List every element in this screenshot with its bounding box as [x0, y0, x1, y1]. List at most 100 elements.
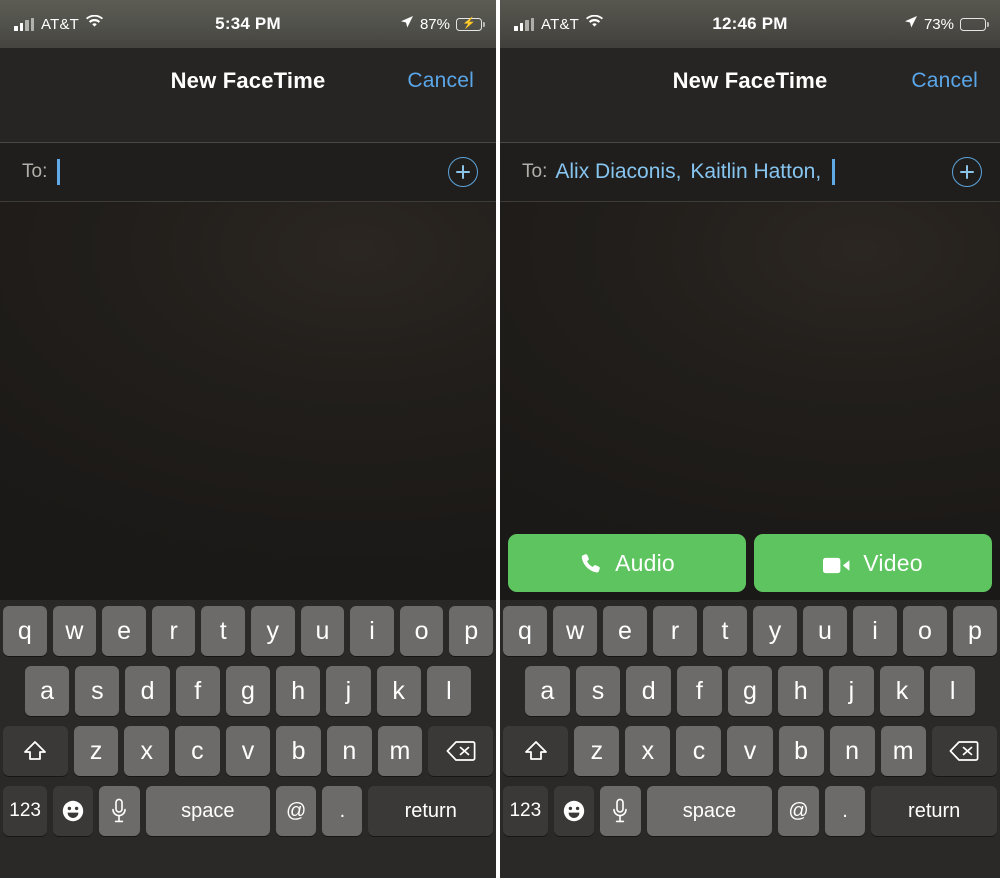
key-s[interactable]: s: [575, 666, 621, 716]
at-key[interactable]: @: [778, 786, 819, 836]
key-o[interactable]: o: [903, 606, 947, 656]
key-l[interactable]: l: [930, 666, 976, 716]
key-b[interactable]: b: [276, 726, 321, 776]
plus-circle-icon[interactable]: [952, 157, 982, 187]
keyboard-row-3: z x c v b n m: [3, 726, 493, 776]
return-key[interactable]: return: [871, 786, 997, 836]
key-b[interactable]: b: [778, 726, 824, 776]
key-d[interactable]: d: [626, 666, 671, 716]
keyboard-row-4: 123 space @ . return: [503, 786, 997, 836]
keyboard-row-2: a s d f g h j k l: [3, 666, 493, 716]
microphone-icon[interactable]: [99, 786, 140, 836]
key-y[interactable]: y: [753, 606, 797, 656]
recipients-field[interactable]: To: Alix Diaconis, Kaitlin Hatton,: [500, 143, 1000, 201]
text-caret: [57, 159, 60, 185]
key-x[interactable]: x: [124, 726, 170, 776]
key-k[interactable]: k: [879, 666, 925, 716]
recipient-token[interactable]: Alix Diaconis: [555, 160, 675, 184]
key-p[interactable]: p: [953, 606, 997, 656]
key-k[interactable]: k: [376, 666, 421, 716]
video-call-label: Video: [863, 549, 923, 576]
cancel-button[interactable]: Cancel: [407, 69, 474, 93]
key-m[interactable]: m: [880, 726, 926, 776]
keyboard-row-1: q w e r t y u i o p: [3, 606, 493, 656]
key-p[interactable]: p: [449, 606, 493, 656]
key-i[interactable]: i: [853, 606, 897, 656]
status-time: 5:34 PM: [215, 14, 281, 33]
onscreen-keyboard[interactable]: q w e r t y u i o p a s d f g h j k l z …: [0, 600, 496, 878]
video-call-button[interactable]: Video: [754, 534, 992, 592]
delete-backward-icon[interactable]: [931, 726, 997, 776]
key-s[interactable]: s: [75, 666, 120, 716]
key-g[interactable]: g: [225, 666, 271, 716]
key-d[interactable]: d: [125, 666, 170, 716]
key-e[interactable]: e: [102, 606, 146, 656]
key-a[interactable]: a: [524, 666, 570, 716]
recipients-field[interactable]: To:: [0, 143, 496, 201]
key-q[interactable]: q: [503, 606, 547, 656]
recipient-token-list[interactable]: [55, 159, 438, 185]
delete-backward-icon[interactable]: [428, 726, 493, 776]
plus-circle-icon[interactable]: [448, 157, 478, 187]
key-t[interactable]: t: [703, 606, 747, 656]
key-c[interactable]: c: [175, 726, 220, 776]
navigation-bar: New FaceTime Cancel: [500, 48, 1000, 142]
key-v[interactable]: v: [727, 726, 773, 776]
audio-call-button[interactable]: Audio: [508, 534, 746, 592]
key-u[interactable]: u: [803, 606, 847, 656]
key-h[interactable]: h: [778, 666, 824, 716]
space-key[interactable]: space: [145, 786, 271, 836]
emoji-smiley-icon[interactable]: [553, 786, 595, 836]
key-q[interactable]: q: [3, 606, 47, 656]
space-key[interactable]: space: [646, 786, 773, 836]
key-j[interactable]: j: [829, 666, 874, 716]
recipient-token[interactable]: Kaitlin Hatton: [690, 160, 815, 184]
return-key[interactable]: return: [368, 786, 493, 836]
carrier-label: AT&T: [41, 15, 80, 33]
period-key[interactable]: .: [824, 786, 866, 836]
key-w[interactable]: w: [553, 606, 597, 656]
key-z[interactable]: z: [73, 726, 119, 776]
key-a[interactable]: a: [25, 666, 70, 716]
shift-arrow-icon[interactable]: [503, 726, 569, 776]
cancel-button[interactable]: Cancel: [911, 69, 978, 93]
call-action-bar: Audio Video: [500, 534, 1000, 600]
key-x[interactable]: x: [625, 726, 671, 776]
numbers-key[interactable]: 123: [503, 786, 548, 836]
page-title: New FaceTime: [672, 68, 828, 93]
phone-screen-right: AT&T 12:46 PM 73% New FaceTime Cancel To…: [500, 0, 1000, 878]
key-n[interactable]: n: [829, 726, 875, 776]
key-i[interactable]: i: [350, 606, 394, 656]
key-y[interactable]: y: [251, 606, 295, 656]
key-n[interactable]: n: [326, 726, 372, 776]
status-bar-left: AT&T: [514, 14, 712, 33]
cellular-bars-icon: [514, 17, 534, 31]
emoji-smiley-icon[interactable]: [53, 786, 94, 836]
key-v[interactable]: v: [225, 726, 271, 776]
key-e[interactable]: e: [603, 606, 647, 656]
keyboard-row-2: a s d f g h j k l: [503, 666, 997, 716]
recipient-token-list[interactable]: Alix Diaconis, Kaitlin Hatton,: [555, 159, 942, 185]
key-u[interactable]: u: [300, 606, 345, 656]
numbers-key[interactable]: 123: [3, 786, 48, 836]
key-l[interactable]: l: [426, 666, 471, 716]
key-c[interactable]: c: [676, 726, 722, 776]
key-h[interactable]: h: [276, 666, 321, 716]
key-z[interactable]: z: [574, 726, 620, 776]
key-m[interactable]: m: [377, 726, 423, 776]
key-g[interactable]: g: [727, 666, 773, 716]
period-key[interactable]: .: [322, 786, 363, 836]
status-bar: AT&T 12:46 PM 73%: [500, 0, 1000, 48]
key-f[interactable]: f: [677, 666, 722, 716]
at-key[interactable]: @: [276, 786, 317, 836]
key-r[interactable]: r: [653, 606, 697, 656]
key-w[interactable]: w: [52, 606, 97, 656]
shift-arrow-icon[interactable]: [3, 726, 68, 776]
key-o[interactable]: o: [399, 606, 444, 656]
key-f[interactable]: f: [175, 666, 220, 716]
onscreen-keyboard[interactable]: q w e r t y u i o p a s d f g h j k l z …: [500, 600, 1000, 878]
key-r[interactable]: r: [151, 606, 196, 656]
key-j[interactable]: j: [326, 666, 371, 716]
microphone-icon[interactable]: [600, 786, 641, 836]
key-t[interactable]: t: [201, 606, 245, 656]
